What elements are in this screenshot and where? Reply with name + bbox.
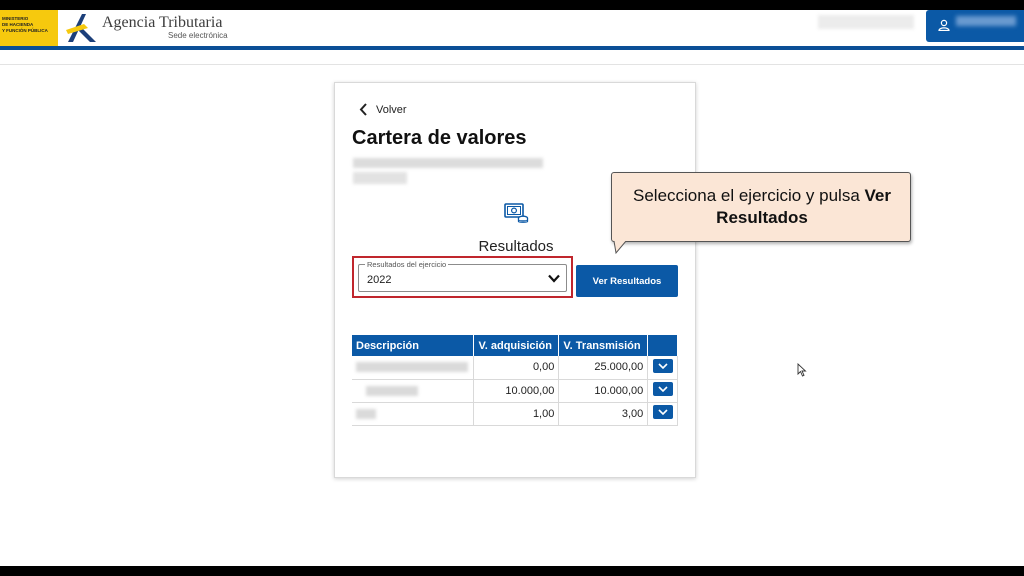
- row-expand-button[interactable]: [652, 405, 673, 419]
- ministry-logo: MINISTERIO DE HACIENDA Y FUNCIÓN PÚBLICA: [0, 10, 58, 46]
- column-header-descripcion[interactable]: Descripción: [352, 335, 475, 356]
- row-transmision: 25.000,00: [558, 356, 649, 380]
- row-transmision: 10.000,00: [558, 379, 649, 403]
- tooltip-pointer: [613, 241, 627, 255]
- chevron-down-icon: [658, 386, 668, 392]
- agencia-tributaria-logo-icon[interactable]: [64, 12, 100, 44]
- blurred-user-name: [956, 16, 1016, 26]
- row-expand-cell: [647, 356, 678, 380]
- mouse-cursor-icon: [797, 363, 807, 377]
- header-divider: [0, 46, 1024, 50]
- table-header-row: Descripción V. adquisición V. Transmisió…: [352, 335, 678, 356]
- row-expand-cell: [647, 402, 678, 426]
- brand-name[interactable]: Agencia Tributaria: [102, 14, 222, 32]
- blurred-description: [356, 408, 376, 419]
- row-expand-button[interactable]: [652, 358, 673, 373]
- ejercicio-select-legend: Resultados del ejercicio: [365, 260, 449, 269]
- blurred-taxpayer-id: [353, 172, 407, 184]
- tooltip-text-bold: Ver: [864, 186, 891, 205]
- row-expand-button[interactable]: [652, 382, 673, 396]
- back-link[interactable]: Volver: [359, 103, 407, 116]
- chevron-down-icon: [658, 363, 668, 369]
- row-expand-cell: [647, 379, 678, 403]
- chevron-down-icon: [548, 274, 560, 283]
- row-adquisicion: 0,00: [473, 356, 560, 380]
- column-header-transmision[interactable]: V. Transmisión: [558, 335, 649, 356]
- tooltip-text-plain: Selecciona el ejercicio y pulsa: [633, 186, 865, 205]
- browser-page: MINISTERIO DE HACIENDA Y FUNCIÓN PÚBLICA…: [0, 10, 1024, 566]
- results-table: Descripción V. adquisición V. Transmisió…: [352, 335, 678, 426]
- column-header-adquisicion[interactable]: V. adquisición: [473, 335, 560, 356]
- table-row: 0,00 25.000,00: [352, 356, 678, 380]
- back-label: Volver: [376, 103, 407, 116]
- results-money-icon: [504, 203, 529, 223]
- cartera-card: Volver Cartera de valores Resultados Res…: [334, 82, 696, 478]
- user-menu-button[interactable]: [926, 10, 1024, 42]
- ejercicio-select-value: 2022: [367, 274, 392, 286]
- table-row: 10.000,00 10.000,00: [352, 379, 678, 403]
- ejercicio-select-highlight[interactable]: Resultados del ejercicio 2022: [352, 256, 573, 298]
- user-icon: [938, 19, 950, 31]
- ejercicio-select[interactable]: Resultados del ejercicio 2022: [358, 260, 567, 292]
- ver-resultados-button[interactable]: Ver Resultados: [576, 265, 678, 297]
- tooltip-text: Selecciona el ejercicio y pulsa Ver Resu…: [612, 185, 912, 229]
- site-header: MINISTERIO DE HACIENDA Y FUNCIÓN PÚBLICA…: [0, 10, 1024, 46]
- blurred-description: [356, 362, 468, 373]
- table-row: 1,00 3,00: [352, 402, 678, 426]
- blurred-description: [366, 385, 418, 396]
- row-description-blurred: [352, 379, 475, 403]
- row-transmision: 3,00: [558, 402, 649, 426]
- tooltip-text-bold: Resultados: [716, 208, 808, 227]
- row-adquisicion: 10.000,00: [473, 379, 560, 403]
- column-header-actions: [647, 335, 678, 356]
- row-description-blurred: [352, 402, 475, 426]
- blurred-taxpayer-line: [353, 158, 543, 168]
- page-title: Cartera de valores: [352, 127, 527, 149]
- ministry-line: Y FUNCIÓN PÚBLICA: [2, 28, 48, 33]
- blurred-header-text: [818, 15, 914, 29]
- row-description-blurred: [352, 356, 475, 380]
- subheader-divider: [0, 64, 1024, 65]
- instruction-tooltip: Selecciona el ejercicio y pulsa Ver Resu…: [611, 172, 911, 242]
- chevron-down-icon: [658, 409, 668, 415]
- chevron-left-icon: [359, 103, 367, 116]
- row-adquisicion: 1,00: [473, 402, 560, 426]
- brand-subtitle: Sede electrónica: [168, 31, 228, 40]
